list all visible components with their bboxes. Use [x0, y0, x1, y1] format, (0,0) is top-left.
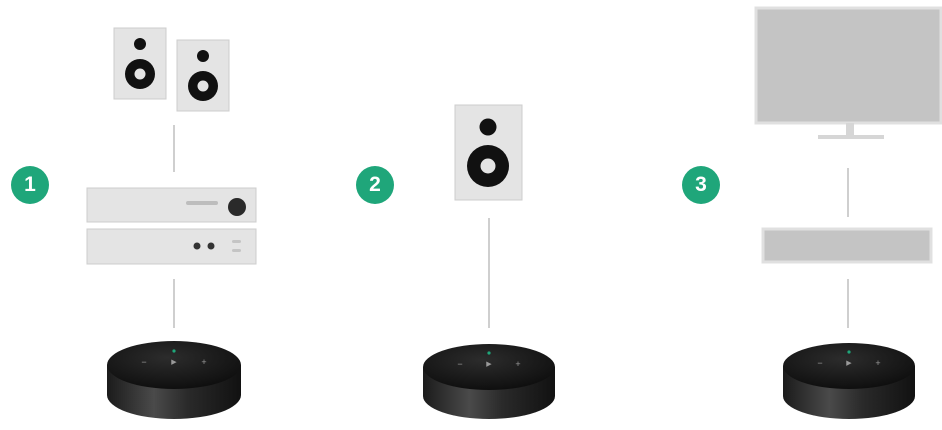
- setup-badge-1: 1: [11, 166, 49, 204]
- tv-monitor-icon: [754, 6, 942, 139]
- speaker-right-icon: [176, 39, 230, 112]
- amplifier-icon: [86, 187, 257, 223]
- speaker-single-icon: [454, 104, 523, 201]
- hub-1-plus-icon: +: [201, 357, 206, 367]
- setup-badge-2: 2: [356, 166, 394, 204]
- soundbar-icon: [761, 227, 933, 264]
- speaker-left-icon: [113, 27, 167, 100]
- hub-2-minus-icon: −: [457, 359, 462, 369]
- hub-3-plus-icon: +: [875, 358, 880, 368]
- remote-hub-3-icon: [783, 343, 915, 419]
- hub-3-minus-icon: −: [817, 358, 822, 368]
- connection-diagram: − ▶ + − ▶ + − ▶ +: [86, 6, 942, 419]
- receiver-icon: [86, 228, 257, 265]
- hub-1-minus-icon: −: [141, 357, 146, 367]
- hub-2-plus-icon: +: [515, 359, 520, 369]
- remote-hub-1-icon: [107, 341, 241, 419]
- hub-3-play-icon: ▶: [846, 360, 852, 367]
- hub-2-play-icon: ▶: [486, 361, 492, 368]
- remote-hub-2-icon: [423, 344, 555, 419]
- hub-1-play-icon: ▶: [171, 359, 177, 366]
- setup-badge-3: 3: [682, 166, 720, 204]
